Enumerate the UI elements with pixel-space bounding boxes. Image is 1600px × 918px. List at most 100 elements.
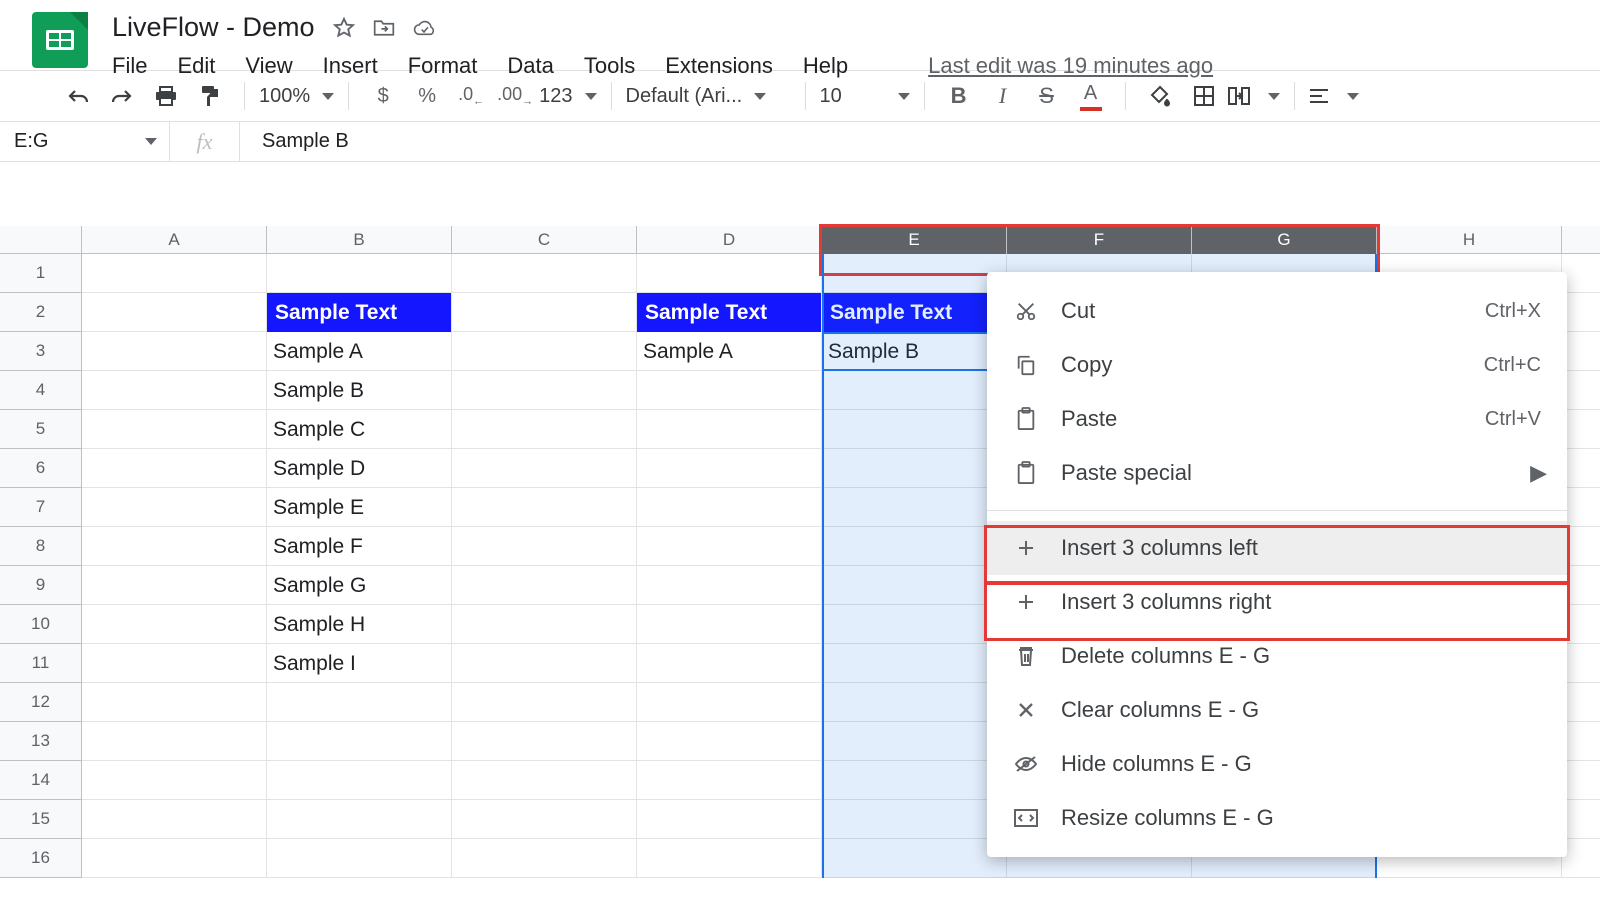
menu-view[interactable]: View xyxy=(245,53,292,79)
cell-C3[interactable] xyxy=(452,332,637,371)
cell-D7[interactable] xyxy=(637,488,822,527)
merge-cells-dropdown[interactable] xyxy=(1228,87,1280,105)
font-size-dropdown[interactable]: 10 xyxy=(820,85,910,108)
cell-A2[interactable] xyxy=(82,293,267,332)
font-dropdown[interactable]: Default (Ari... xyxy=(626,85,791,108)
italic-button[interactable]: I xyxy=(983,76,1023,116)
context-menu-item[interactable]: Clear columns E - G xyxy=(987,683,1567,737)
cell-A16[interactable] xyxy=(82,839,267,878)
cell-B14[interactable] xyxy=(267,761,452,800)
cell-D5[interactable] xyxy=(637,410,822,449)
cell-A13[interactable] xyxy=(82,722,267,761)
cell-C4[interactable] xyxy=(452,371,637,410)
cell-B15[interactable] xyxy=(267,800,452,839)
paint-format-icon[interactable] xyxy=(190,76,230,116)
context-menu-item[interactable]: Hide columns E - G xyxy=(987,737,1567,791)
cell-A1[interactable] xyxy=(82,254,267,293)
increase-decimal-icon[interactable]: .00→ xyxy=(495,76,535,116)
cell-C7[interactable] xyxy=(452,488,637,527)
menu-extensions[interactable]: Extensions xyxy=(665,53,773,79)
context-menu-item[interactable]: Insert 3 columns right xyxy=(987,575,1567,629)
cell-B1[interactable] xyxy=(267,254,452,293)
cell-A3[interactable] xyxy=(82,332,267,371)
cell-B7[interactable]: Sample E xyxy=(267,488,452,527)
name-box[interactable]: E:G xyxy=(0,122,170,161)
zoom-dropdown[interactable]: 100% xyxy=(259,85,334,108)
row-header-2[interactable]: 2 xyxy=(0,293,81,332)
column-header-C[interactable]: C xyxy=(452,226,637,254)
context-menu-item[interactable]: Insert 3 columns left xyxy=(987,521,1567,575)
row-header-15[interactable]: 15 xyxy=(0,800,81,839)
sheets-logo-icon[interactable] xyxy=(32,12,88,68)
cell-E16[interactable] xyxy=(822,839,1007,878)
cell-C6[interactable] xyxy=(452,449,637,488)
cell-D13[interactable] xyxy=(637,722,822,761)
cell-A11[interactable] xyxy=(82,644,267,683)
cell-A9[interactable] xyxy=(82,566,267,605)
column-header-H[interactable]: H xyxy=(1377,226,1562,254)
cell-C10[interactable] xyxy=(452,605,637,644)
cell-B3[interactable]: Sample A xyxy=(267,332,452,371)
cell-E1[interactable] xyxy=(822,254,1007,293)
cell-D10[interactable] xyxy=(637,605,822,644)
cell-D12[interactable] xyxy=(637,683,822,722)
row-header-5[interactable]: 5 xyxy=(0,410,81,449)
column-header-B[interactable]: B xyxy=(267,226,452,254)
column-header-F[interactable]: F xyxy=(1007,226,1192,254)
cell-B4[interactable]: Sample B xyxy=(267,371,452,410)
cell-E5[interactable] xyxy=(822,410,1007,449)
cell-C13[interactable] xyxy=(452,722,637,761)
cell-C11[interactable] xyxy=(452,644,637,683)
undo-icon[interactable] xyxy=(58,76,98,116)
cell-B12[interactable] xyxy=(267,683,452,722)
row-header-13[interactable]: 13 xyxy=(0,722,81,761)
cell-C15[interactable] xyxy=(452,800,637,839)
cell-B10[interactable]: Sample H xyxy=(267,605,452,644)
bold-button[interactable]: B xyxy=(939,76,979,116)
column-header-E[interactable]: E xyxy=(822,226,1007,254)
cell-D9[interactable] xyxy=(637,566,822,605)
cell-B2[interactable]: Sample Text xyxy=(267,293,452,332)
cell-B16[interactable] xyxy=(267,839,452,878)
cell-C14[interactable] xyxy=(452,761,637,800)
cell-E3[interactable]: Sample B xyxy=(822,332,1007,371)
cell-C8[interactable] xyxy=(452,527,637,566)
cell-E7[interactable] xyxy=(822,488,1007,527)
fill-color-icon[interactable] xyxy=(1140,76,1180,116)
row-header-1[interactable]: 1 xyxy=(0,254,81,293)
column-header-A[interactable]: A xyxy=(82,226,267,254)
cell-E6[interactable] xyxy=(822,449,1007,488)
cell-A8[interactable] xyxy=(82,527,267,566)
cell-E10[interactable] xyxy=(822,605,1007,644)
decrease-decimal-icon[interactable]: .0← xyxy=(451,76,491,116)
cell-D15[interactable] xyxy=(637,800,822,839)
cell-E13[interactable] xyxy=(822,722,1007,761)
row-header-3[interactable]: 3 xyxy=(0,332,81,371)
cell-E12[interactable] xyxy=(822,683,1007,722)
strikethrough-button[interactable]: S xyxy=(1027,76,1067,116)
cell-E9[interactable] xyxy=(822,566,1007,605)
row-header-4[interactable]: 4 xyxy=(0,371,81,410)
cell-E11[interactable] xyxy=(822,644,1007,683)
cell-C12[interactable] xyxy=(452,683,637,722)
cell-A4[interactable] xyxy=(82,371,267,410)
cell-D4[interactable] xyxy=(637,371,822,410)
print-icon[interactable] xyxy=(146,76,186,116)
cell-E8[interactable] xyxy=(822,527,1007,566)
cell-E4[interactable] xyxy=(822,371,1007,410)
cell-A5[interactable] xyxy=(82,410,267,449)
menu-tools[interactable]: Tools xyxy=(584,53,635,79)
cell-E2[interactable]: Sample Text xyxy=(822,293,1007,332)
cell-B8[interactable]: Sample F xyxy=(267,527,452,566)
cell-D14[interactable] xyxy=(637,761,822,800)
context-menu-item[interactable]: CutCtrl+X xyxy=(987,284,1567,338)
row-header-14[interactable]: 14 xyxy=(0,761,81,800)
cell-C1[interactable] xyxy=(452,254,637,293)
cell-E14[interactable] xyxy=(822,761,1007,800)
context-menu-item[interactable]: PasteCtrl+V xyxy=(987,392,1567,446)
menu-help[interactable]: Help xyxy=(803,53,848,79)
cell-A6[interactable] xyxy=(82,449,267,488)
cell-A14[interactable] xyxy=(82,761,267,800)
row-header-8[interactable]: 8 xyxy=(0,527,81,566)
row-header-6[interactable]: 6 xyxy=(0,449,81,488)
